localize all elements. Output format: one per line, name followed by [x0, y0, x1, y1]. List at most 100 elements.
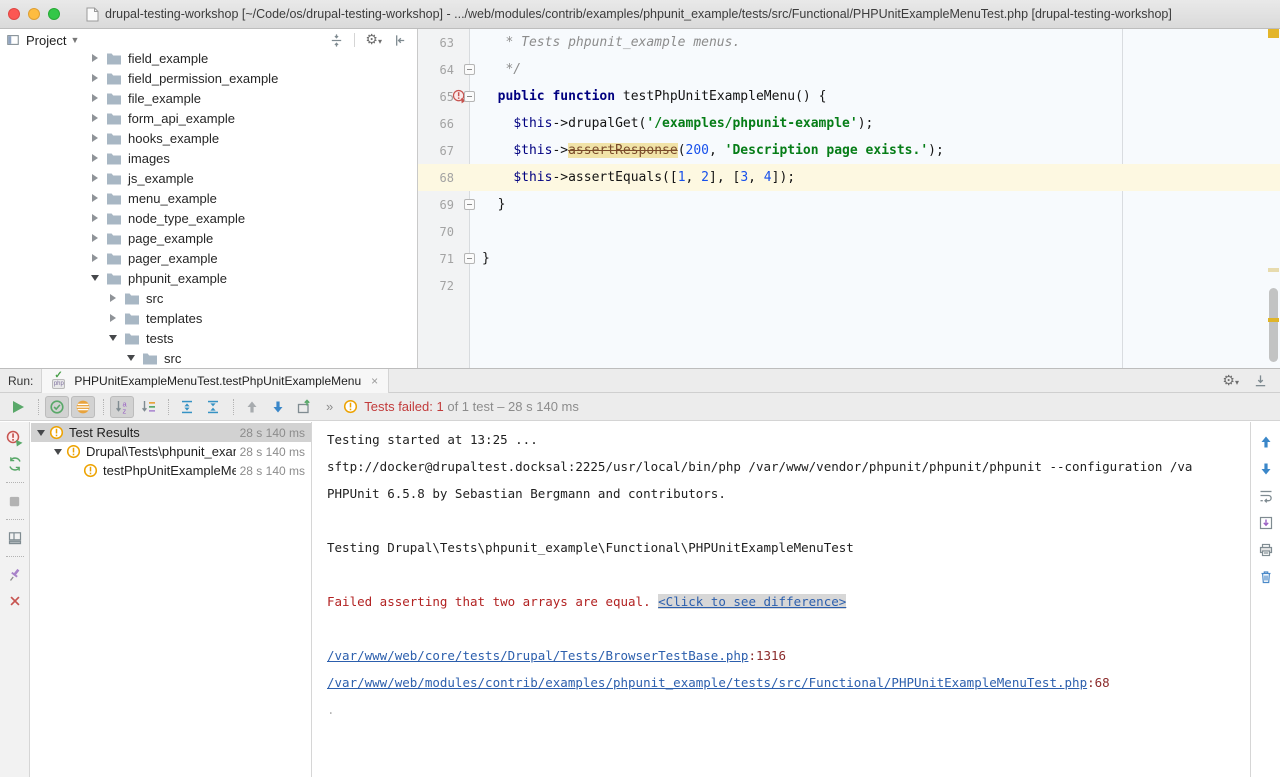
project-tree-item-tests[interactable]: tests — [0, 328, 417, 348]
chevron-collapsed-icon[interactable] — [107, 314, 118, 322]
run-settings-button[interactable]: ⚙▾ — [1222, 372, 1239, 390]
next-failed-test-button[interactable] — [266, 396, 290, 418]
import-tests-button[interactable] — [292, 396, 316, 418]
stop-button[interactable] — [5, 491, 25, 511]
minimize-window-button[interactable] — [28, 8, 40, 20]
chevron-collapsed-icon[interactable] — [89, 194, 100, 202]
project-settings-button[interactable]: ⚙▾ — [365, 31, 382, 49]
chevron-collapsed-icon[interactable] — [89, 214, 100, 222]
folder-icon — [106, 172, 122, 185]
chevron-expanded-icon[interactable] — [89, 275, 100, 281]
chevron-collapsed-icon[interactable] — [89, 74, 100, 82]
project-tree-item-hooks_example[interactable]: hooks_example — [0, 128, 417, 148]
test-tree-item[interactable]: testPhpUnitExampleMenu28 s 140 ms — [31, 461, 311, 480]
rerun-button[interactable] — [6, 396, 30, 418]
code-line-68[interactable]: 68 $this->assertEquals([1, 2], [3, 4]); — [418, 164, 1280, 191]
fold-marker-icon[interactable] — [464, 91, 475, 102]
project-tree-item-field_example[interactable]: field_example — [0, 48, 417, 68]
project-tree-item-src[interactable]: src — [0, 288, 417, 308]
test-tree-item[interactable]: Test Results28 s 140 ms — [31, 423, 311, 442]
chevron-collapsed-icon[interactable] — [89, 234, 100, 242]
code-line-65[interactable]: 65 public function testPhpUnitExampleMen… — [418, 83, 1280, 110]
rerun-failed-tests-button[interactable] — [5, 428, 25, 448]
soft-wrap-button[interactable] — [1256, 486, 1276, 506]
project-tree-item-phpunit_example[interactable]: phpunit_example — [0, 268, 417, 288]
restore-layout-button[interactable] — [5, 528, 25, 548]
close-window-button[interactable] — [8, 8, 20, 20]
project-tree-item-pager_example[interactable]: pager_example — [0, 248, 417, 268]
chevron-expanded-icon[interactable] — [107, 335, 118, 341]
code-line-66[interactable]: 66 $this->drupalGet('/examples/phpunit-e… — [418, 110, 1280, 137]
toolbar-overflow-chevron[interactable]: » — [326, 399, 333, 414]
project-tree-item-page_example[interactable]: page_example — [0, 228, 417, 248]
code-line-63[interactable]: 63 * Tests phpunit_example menus. — [418, 29, 1280, 56]
chevron-collapsed-icon[interactable] — [89, 134, 100, 142]
project-tree-item-templates[interactable]: templates — [0, 308, 417, 328]
fold-marker-icon[interactable] — [464, 64, 475, 75]
code-line-67[interactable]: 67 $this->assertResponse(200, 'Descripti… — [418, 137, 1280, 164]
expand-all-button[interactable] — [175, 396, 199, 418]
project-tree-item-field_permission_example[interactable]: field_permission_example — [0, 68, 417, 88]
code-line-64[interactable]: 64 */ — [418, 56, 1280, 83]
previous-failed-test-button[interactable] — [240, 396, 264, 418]
close-run-panel-button[interactable] — [5, 591, 25, 611]
sort-by-duration-button[interactable] — [136, 396, 160, 418]
console-link[interactable]: <Click to see difference> — [658, 594, 846, 609]
project-tree-item-src[interactable]: src — [0, 348, 417, 368]
project-tree-item-node_type_example[interactable]: node_type_example — [0, 208, 417, 228]
toggle-auto-test-button[interactable] — [5, 454, 25, 474]
chevron-collapsed-icon[interactable] — [89, 174, 100, 182]
project-panel-title[interactable]: Project — [26, 33, 66, 48]
close-tab-icon[interactable]: × — [371, 374, 378, 388]
code-line-70[interactable]: 70 — [418, 218, 1280, 245]
project-tree-item-menu_example[interactable]: menu_example — [0, 188, 417, 208]
code-editor[interactable]: 63 * Tests phpunit_example menus.64 */65… — [418, 29, 1280, 368]
warning-stripe[interactable] — [1268, 268, 1279, 272]
code-line-69[interactable]: 69 } — [418, 191, 1280, 218]
fold-marker-icon[interactable] — [464, 199, 475, 210]
chevron-collapsed-icon[interactable] — [89, 154, 100, 162]
scrollbar-thumb[interactable] — [1269, 288, 1278, 362]
zoom-window-button[interactable] — [48, 8, 60, 20]
editor-scrollbar[interactable] — [1266, 29, 1280, 368]
run-tab[interactable]: php✓ PHPUnitExampleMenuTest.testPhpUnitE… — [41, 369, 389, 393]
down-the-stack-trace-button[interactable] — [1256, 459, 1276, 479]
chevron-collapsed-icon[interactable] — [107, 294, 118, 302]
project-tree-item-js_example[interactable]: js_example — [0, 168, 417, 188]
project-tree-item-images[interactable]: images — [0, 148, 417, 168]
inspection-indicator[interactable] — [1268, 29, 1279, 38]
chevron-collapsed-icon[interactable] — [89, 54, 100, 62]
show-passed-button[interactable] — [45, 396, 69, 418]
pin-tab-button[interactable] — [5, 565, 25, 585]
chevron-collapsed-icon[interactable] — [89, 94, 100, 102]
sort-alphabetically-button[interactable]: az — [110, 396, 134, 418]
project-tree-item-file_example[interactable]: file_example — [0, 88, 417, 108]
console-link[interactable]: /var/www/web/core/tests/Drupal/Tests/Bro… — [327, 648, 748, 663]
clear-all-button[interactable] — [1256, 567, 1276, 587]
hide-project-panel-button[interactable] — [392, 33, 407, 48]
chevron-expanded-icon[interactable] — [35, 430, 47, 436]
project-tree-item-form_api_example[interactable]: form_api_example — [0, 108, 417, 128]
up-the-stack-trace-button[interactable] — [1256, 432, 1276, 452]
show-ignored-button[interactable] — [71, 396, 95, 418]
chevron-collapsed-icon[interactable] — [89, 114, 100, 122]
warning-stripe[interactable] — [1268, 318, 1279, 322]
test-tree-item[interactable]: Drupal\Tests\phpunit_example\Functional\… — [31, 442, 311, 461]
code-line-72[interactable]: 72 — [418, 272, 1280, 299]
hide-run-panel-button[interactable] — [1253, 373, 1268, 388]
tree-item-label: pager_example — [128, 251, 218, 266]
collapse-all-button[interactable] — [201, 396, 225, 418]
console-link[interactable]: /var/www/web/modules/contrib/examples/ph… — [327, 675, 1087, 690]
scroll-to-end-button[interactable] — [1256, 513, 1276, 533]
chevron-collapsed-icon[interactable] — [89, 254, 100, 262]
title-bar: drupal-testing-workshop [~/Code/os/drupa… — [0, 0, 1280, 29]
print-button[interactable] — [1256, 540, 1276, 560]
code-line-71[interactable]: 71} — [418, 245, 1280, 272]
svg-text:z: z — [123, 406, 127, 415]
collapse-all-button[interactable] — [329, 33, 344, 48]
fold-marker-icon[interactable] — [464, 253, 475, 264]
chevron-down-icon[interactable]: ▼ — [70, 35, 79, 45]
test-console-output[interactable]: Testing started at 13:25 ...sftp://docke… — [313, 422, 1251, 777]
chevron-expanded-icon[interactable] — [52, 449, 64, 455]
chevron-expanded-icon[interactable] — [125, 355, 136, 361]
